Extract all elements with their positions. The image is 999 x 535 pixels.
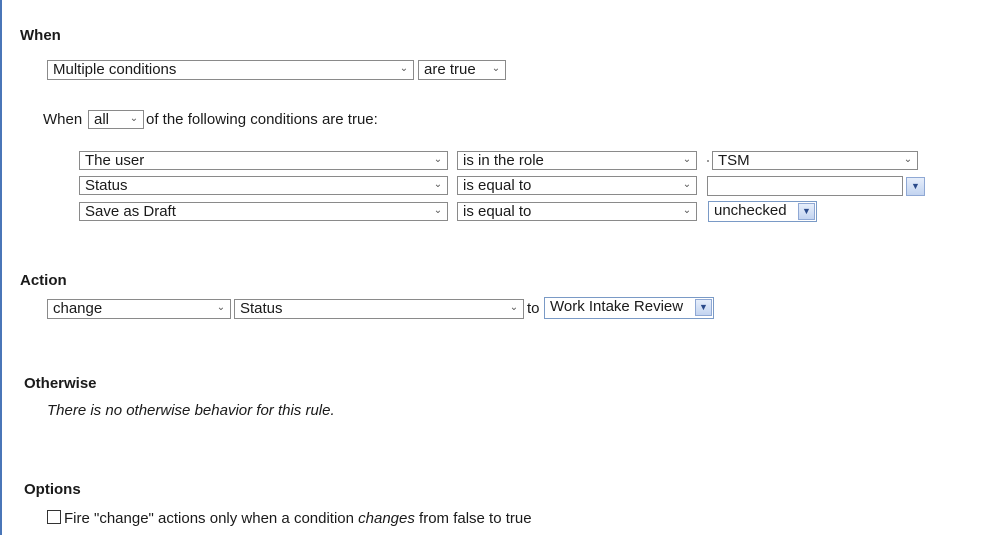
blue-dropdown-button-icon: ▼: [798, 203, 815, 220]
condition-1-value: TSM: [718, 152, 750, 169]
when-heading: When: [20, 27, 61, 44]
condition-3-value: unchecked: [714, 202, 787, 219]
condition-1-operator: is in the role: [463, 152, 544, 169]
fire-change-label-pre: Fire "change" actions only when a condit…: [64, 510, 359, 527]
fire-change-label-post: from false to true: [414, 510, 532, 527]
sub-condition-prefix: When: [43, 111, 83, 128]
action-value: Work Intake Review: [550, 298, 684, 315]
chevron-down-icon: ⌄: [682, 154, 692, 165]
condition-2-value-input[interactable]: [707, 176, 903, 196]
options-heading: Options: [24, 481, 81, 498]
action-to-label: to: [527, 300, 540, 317]
quantifier-value: all: [94, 111, 110, 128]
condition-2-field-select[interactable]: Status ⌄: [79, 176, 448, 195]
condition-3-field-select[interactable]: Save as Draft ⌄: [79, 202, 448, 221]
separator-dot: [707, 160, 709, 162]
chevron-down-icon: ⌄: [903, 154, 913, 165]
blue-dropdown-button-icon: ▼: [695, 299, 712, 316]
chevron-down-icon: ⌄: [682, 205, 692, 216]
chevron-down-icon: ⌄: [216, 302, 226, 313]
truth-value: are true: [424, 61, 476, 78]
chevron-down-icon: ⌄: [433, 205, 443, 216]
fire-change-label: Fire "change" actions only when a condit…: [64, 510, 532, 527]
sub-condition-suffix: of the following conditions are true:: [146, 111, 378, 128]
action-value-select[interactable]: Work Intake Review ▼: [544, 297, 714, 319]
condition-1-field-select[interactable]: The user ⌄: [79, 151, 448, 170]
left-accent-border: [0, 0, 2, 535]
condition-2-operator-select[interactable]: is equal to ⌄: [457, 176, 697, 195]
fire-change-checkbox[interactable]: [47, 510, 61, 524]
condition-mode-select[interactable]: Multiple conditions ⌄: [47, 60, 414, 80]
chevron-down-icon: ⌄: [129, 113, 139, 124]
action-verb-value: change: [53, 300, 103, 317]
chevron-down-icon: ⌄: [509, 302, 519, 313]
truth-select[interactable]: are true ⌄: [418, 60, 506, 80]
otherwise-heading: Otherwise: [24, 375, 97, 392]
action-target-value: Status: [240, 300, 283, 317]
action-heading: Action: [20, 272, 67, 289]
chevron-down-icon: ⌄: [491, 63, 501, 74]
condition-mode-value: Multiple conditions: [53, 61, 177, 78]
condition-1-value-select[interactable]: TSM ⌄: [712, 151, 918, 170]
blue-dropdown-button-icon[interactable]: ▼: [906, 177, 925, 196]
condition-3-field: Save as Draft: [85, 203, 176, 220]
condition-2-operator: is equal to: [463, 177, 532, 194]
condition-3-operator: is equal to: [463, 203, 532, 220]
action-verb-select[interactable]: change ⌄: [47, 299, 231, 319]
condition-1-field: The user: [85, 152, 145, 169]
chevron-down-icon: ⌄: [433, 154, 443, 165]
quantifier-select[interactable]: all ⌄: [88, 110, 144, 129]
condition-3-operator-select[interactable]: is equal to ⌄: [457, 202, 697, 221]
condition-1-operator-select[interactable]: is in the role ⌄: [457, 151, 697, 170]
otherwise-message: There is no otherwise behavior for this …: [47, 402, 335, 419]
fire-change-label-em: changes: [358, 510, 415, 527]
chevron-down-icon: ⌄: [682, 179, 692, 190]
condition-2-field: Status: [85, 177, 128, 194]
chevron-down-icon: ⌄: [433, 179, 443, 190]
condition-3-value-select[interactable]: unchecked ▼: [708, 201, 817, 222]
chevron-down-icon: ⌄: [399, 63, 409, 74]
action-target-select[interactable]: Status ⌄: [234, 299, 524, 319]
